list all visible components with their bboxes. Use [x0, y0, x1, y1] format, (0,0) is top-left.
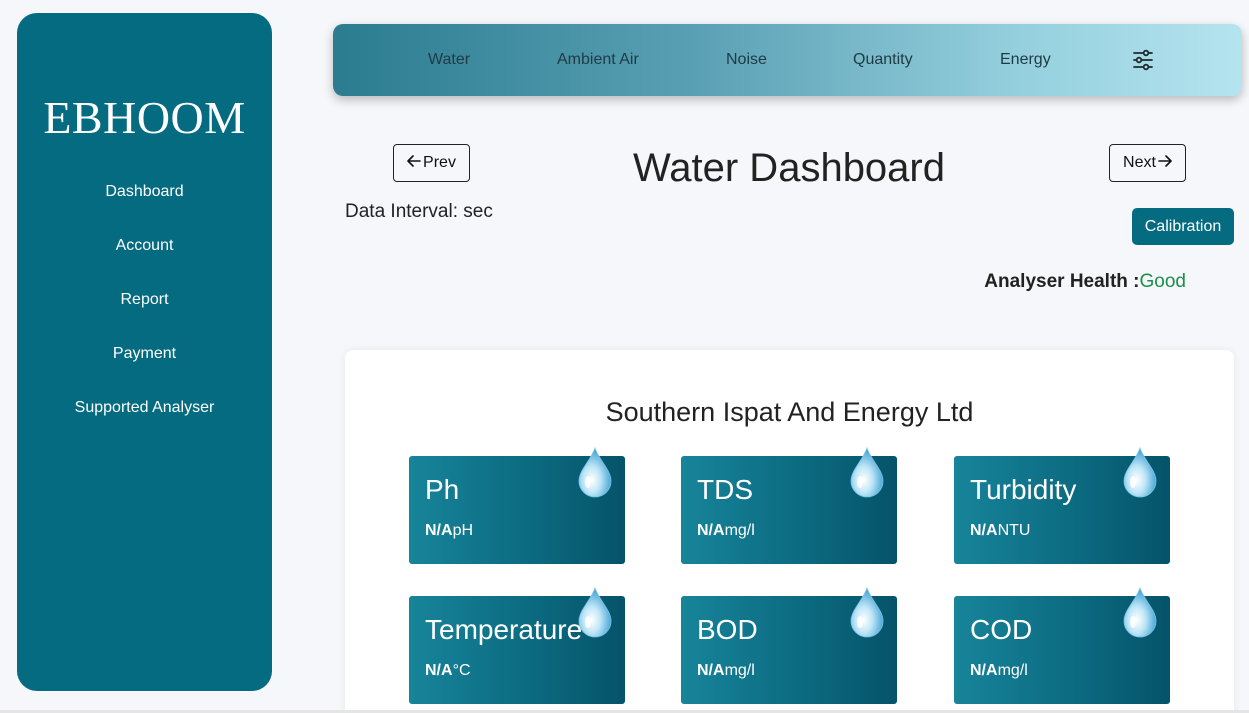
parameter-tile-cod[interactable]: COD N/Amg/l	[954, 586, 1170, 704]
parameter-value: N/A°C	[425, 662, 471, 679]
tab-water[interactable]: Water	[428, 24, 470, 96]
parameter-tile-ph[interactable]: Ph N/ApH	[409, 446, 625, 564]
sidebar-nav: Dashboard Account Report Payment Support…	[75, 165, 215, 435]
parameter-name: COD	[970, 614, 1033, 645]
next-button[interactable]: Next	[1109, 144, 1186, 182]
calibration-button[interactable]: Calibration	[1132, 208, 1234, 245]
parameter-value: N/Amg/l	[970, 662, 1028, 679]
arrow-right-icon	[1158, 154, 1172, 172]
sidebar-item-dashboard[interactable]: Dashboard	[105, 165, 183, 219]
next-label: Next	[1123, 154, 1156, 171]
prev-label: Prev	[423, 154, 456, 171]
tab-quantity[interactable]: Quantity	[853, 24, 913, 96]
analyser-health-value: Good	[1139, 271, 1186, 292]
parameter-value: N/Amg/l	[697, 522, 755, 539]
parameter-tile-turbidity[interactable]: Turbidity N/ANTU	[954, 446, 1170, 564]
sliders-icon[interactable]	[1132, 49, 1154, 71]
parameters-card: Southern Ispat And Energy Ltd Ph N/ApH T…	[345, 350, 1234, 713]
sidebar-item-account[interactable]: Account	[116, 219, 174, 273]
parameter-name: BOD	[697, 614, 758, 645]
parameter-tile-temperature[interactable]: Temperature N/A°C	[409, 586, 625, 704]
water-drop-icon	[849, 446, 885, 498]
parameter-value: N/ANTU	[970, 522, 1031, 539]
parameter-value: N/Amg/l	[697, 662, 755, 679]
analyser-health-label: Analyser Health :	[984, 271, 1140, 292]
parameter-value: N/ApH	[425, 522, 474, 539]
parameter-tile-bod[interactable]: BOD N/Amg/l	[681, 586, 897, 704]
sidebar-item-supported-analyser[interactable]: Supported Analyser	[75, 381, 215, 435]
parameter-tile-tds[interactable]: TDS N/Amg/l	[681, 446, 897, 564]
tab-ambient-air[interactable]: Ambient Air	[557, 24, 639, 96]
brand-logo: EBHOOM	[43, 92, 246, 143]
water-drop-icon	[577, 446, 613, 498]
page-title: Water Dashboard	[633, 146, 945, 190]
water-drop-icon	[849, 586, 885, 638]
parameter-name: Temperature	[425, 614, 583, 645]
analyser-health: Analyser Health :Good	[984, 271, 1186, 293]
tab-energy[interactable]: Energy	[1000, 24, 1051, 96]
water-drop-icon	[577, 586, 613, 638]
arrow-left-icon	[407, 154, 421, 172]
prev-button[interactable]: Prev	[393, 144, 470, 182]
water-drop-icon	[1122, 586, 1158, 638]
top-navbar: Water Ambient Air Noise Quantity Energy	[333, 24, 1242, 96]
parameter-name: TDS	[697, 474, 753, 505]
parameter-name: Ph	[425, 474, 460, 505]
data-interval: Data Interval: sec	[345, 201, 493, 222]
tab-noise[interactable]: Noise	[726, 24, 767, 96]
parameter-name: Turbidity	[970, 474, 1077, 505]
company-name: Southern Ispat And Energy Ltd	[605, 397, 974, 427]
sidebar-item-payment[interactable]: Payment	[113, 327, 176, 381]
sidebar-item-report[interactable]: Report	[120, 273, 168, 327]
sidebar: EBHOOM Dashboard Account Report Payment …	[17, 13, 272, 691]
water-drop-icon	[1122, 446, 1158, 498]
